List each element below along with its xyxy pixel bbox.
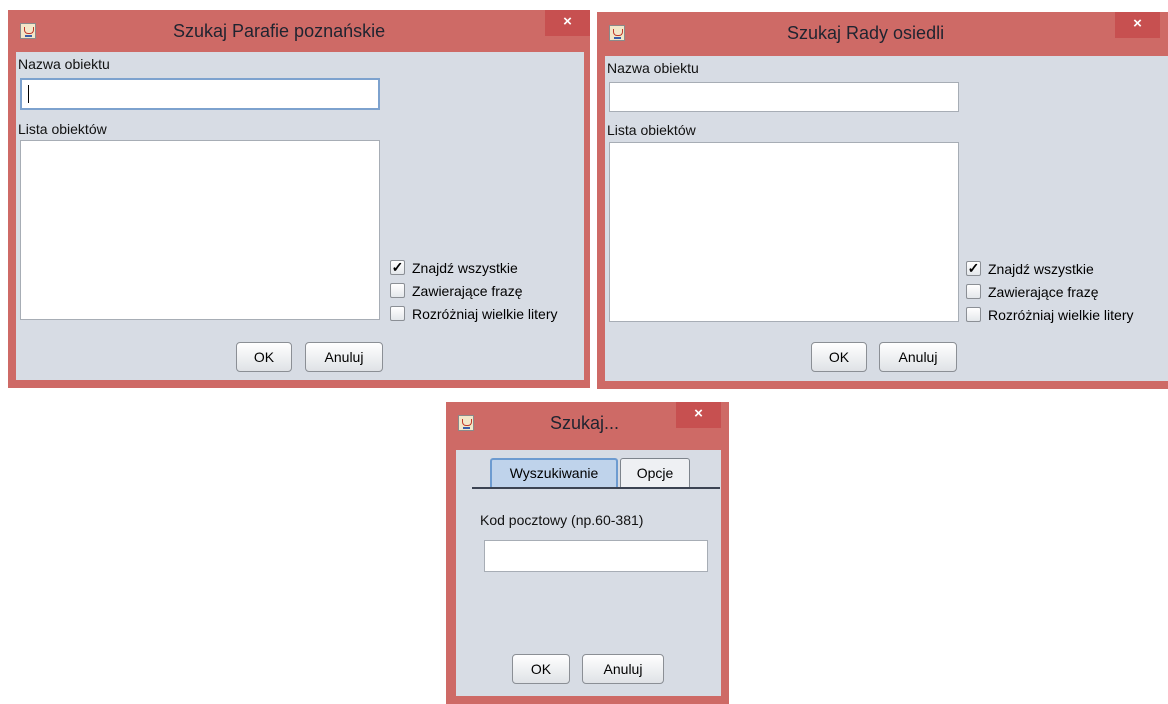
dialog-kod-title: Szukaj... <box>550 413 620 433</box>
close-button[interactable]: × <box>545 10 590 36</box>
list-label: Lista obiektów <box>607 122 696 138</box>
close-button[interactable]: × <box>1115 12 1160 38</box>
checkbox-find-all[interactable]: ✓ Znajdź wszystkie <box>390 258 586 278</box>
cancel-button[interactable]: Anuluj <box>879 342 957 372</box>
list-label: Lista obiektów <box>18 121 107 137</box>
dialog-parafie-title: Szukaj Parafie poznańskie <box>173 21 386 41</box>
close-button[interactable]: × <box>676 402 721 428</box>
tab-wyszukiwanie[interactable]: Wyszukiwanie <box>490 458 618 488</box>
checkbox-box[interactable] <box>966 307 981 322</box>
ok-button[interactable]: OK <box>512 654 570 684</box>
checkbox-label: Znajdź wszystkie <box>988 261 1094 277</box>
checkmark-icon[interactable]: ✓ <box>390 260 405 275</box>
postal-code-label: Kod pocztowy (np.60-381) <box>480 512 644 528</box>
checkbox-case-sensitive[interactable]: Rozróżniaj wielkie litery <box>390 304 586 324</box>
java-cup-icon <box>20 23 36 39</box>
object-list[interactable] <box>20 140 380 320</box>
dialog-parafie-titlebar[interactable]: Szukaj Parafie poznańskie × <box>8 10 590 52</box>
checkbox-label: Rozróżniaj wielkie litery <box>412 306 558 322</box>
ok-button[interactable]: OK <box>811 342 867 372</box>
name-label: Nazwa obiektu <box>607 60 699 76</box>
checkbox-label: Zawierające frazę <box>988 284 1099 300</box>
cancel-button[interactable]: Anuluj <box>582 654 664 684</box>
text-caret <box>28 85 29 103</box>
checkbox-label: Rozróżniaj wielkie litery <box>988 307 1134 323</box>
dialog-parafie-content: Nazwa obiektu Lista obiektów ✓ Znajdź ws… <box>16 52 584 380</box>
dialog-kod: Szukaj... × Wyszukiwanie Opcje Kod poczt… <box>446 402 729 704</box>
tab-opcje[interactable]: Opcje <box>620 458 690 488</box>
name-input[interactable] <box>609 82 959 112</box>
java-cup-icon <box>609 25 625 41</box>
checkbox-box[interactable] <box>390 306 405 321</box>
tab-strip-divider <box>472 487 720 489</box>
checkmark-icon[interactable]: ✓ <box>966 261 981 276</box>
dialog-kod-content: Wyszukiwanie Opcje Kod pocztowy (np.60-3… <box>456 450 721 696</box>
dialog-rady: Szukaj Rady osiedli × Nazwa obiektu List… <box>597 12 1168 389</box>
checkbox-case-sensitive[interactable]: Rozróżniaj wielkie litery <box>966 305 1166 325</box>
checkbox-contains-phrase[interactable]: Zawierające frazę <box>966 282 1166 302</box>
checkbox-box[interactable] <box>966 284 981 299</box>
checkbox-find-all[interactable]: ✓ Znajdź wszystkie <box>966 259 1166 279</box>
name-input[interactable] <box>20 78 380 110</box>
dialog-rady-content: Nazwa obiektu Lista obiektów ✓ Znajdź ws… <box>605 56 1168 381</box>
checkbox-label: Zawierające frazę <box>412 283 523 299</box>
ok-button[interactable]: OK <box>236 342 292 372</box>
dialog-rady-titlebar[interactable]: Szukaj Rady osiedli × <box>597 12 1168 54</box>
name-label: Nazwa obiektu <box>18 56 110 72</box>
postal-code-input[interactable] <box>484 540 708 572</box>
checkbox-contains-phrase[interactable]: Zawierające frazę <box>390 281 586 301</box>
cancel-button[interactable]: Anuluj <box>305 342 383 372</box>
java-cup-icon <box>458 415 474 431</box>
object-list[interactable] <box>609 142 959 322</box>
dialog-kod-titlebar[interactable]: Szukaj... × <box>446 402 729 444</box>
checkbox-label: Znajdź wszystkie <box>412 260 518 276</box>
checkbox-box[interactable] <box>390 283 405 298</box>
dialog-rady-title: Szukaj Rady osiedli <box>787 23 945 43</box>
dialog-parafie: Szukaj Parafie poznańskie × Nazwa obiekt… <box>8 10 590 388</box>
